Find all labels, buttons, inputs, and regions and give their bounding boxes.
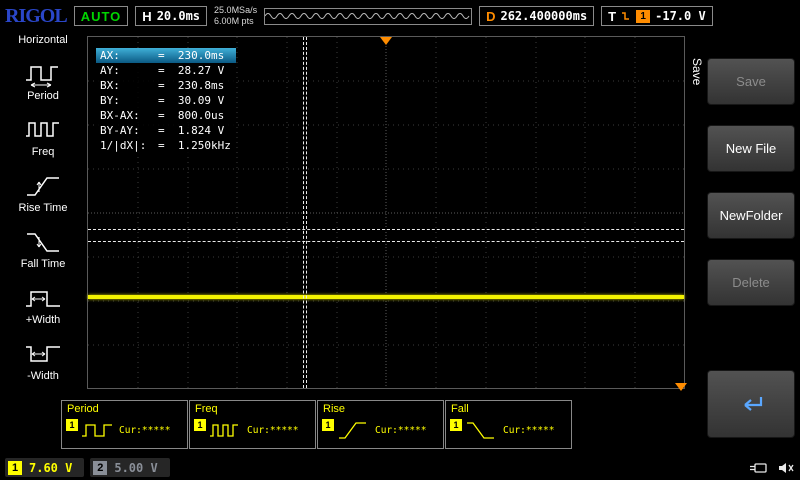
sidebar-item-label: Period [27,90,59,102]
sidebar-item-label: Freq [32,146,55,158]
delay-box: D 262.400000ms [479,6,594,26]
readout-row-ax: AX: = 230.0ms [96,48,236,63]
graticule-display: AX: = 230.0ms AY: = 28.27 V BX: = 230.8m… [87,36,685,389]
sidebar-item-period[interactable]: Period [23,59,63,102]
softkey-menu: Save Save New File NewFolder Delete [685,32,800,480]
rise-glyph-icon [336,419,370,441]
source-badge: 1 [450,419,462,431]
timebase-value: 20.0ms [157,9,200,23]
fall-glyph-icon [464,419,498,441]
readout-row-byay: BY-AY: = 1.824 V [96,123,236,138]
channel-2-badge: 2 [93,461,107,475]
source-badge: 1 [322,419,334,431]
channel-1-badge: 1 [8,461,22,475]
preview-sine-icon [265,9,471,24]
sidebar-item-label: +Width [26,314,61,326]
status-icons [748,461,795,475]
fall-time-icon [23,227,63,257]
measure-panel-period: Period 1 Cur:***** Avg:***** Max:***** M… [61,400,188,449]
source-badge: 1 [194,419,206,431]
t-label: T [608,9,616,24]
sidebar-item-label: -Width [27,370,59,382]
freq-icon [23,115,63,145]
menu-tab-save: Save [690,58,704,85]
top-status-bar: RIGOL AUTO H 20.0ms 25.0MSa/s 6.00M pts … [0,0,800,32]
sidebar-item-rise-time[interactable]: Rise Time [19,171,68,214]
minus-width-icon [23,339,63,369]
trigger-level-offscreen-marker [675,383,687,391]
trigger-position-marker[interactable] [380,37,392,45]
oscilloscope-screen: RIGOL AUTO H 20.0ms 25.0MSa/s 6.00M pts … [0,0,800,480]
sidebar-item-fall-time[interactable]: Fall Time [21,227,66,270]
ch1-waveform-trace [88,295,684,299]
sample-rate: 25.0MSa/s [214,5,257,16]
channel-2-scale: 5.00 V [114,461,157,475]
new-file-button[interactable]: New File [707,125,795,172]
period-icon [23,59,63,89]
trigger-level-value: -17.0 V [655,9,706,23]
sidebar-item-label: Rise Time [19,202,68,214]
trigger-slope-icon [621,10,631,22]
readout-row-bxax: BX-AX: = 800.0us [96,108,236,123]
channel-1-scale: 7.60 V [29,461,72,475]
sidebar-item-plus-width[interactable]: +Width [23,283,63,326]
usb-icon [748,461,768,475]
speaker-icon [777,461,795,475]
delay-value: 262.400000ms [500,9,587,23]
readout-row-inv-dx: 1/|dX|: = 1.250kHz [96,138,236,153]
save-button[interactable]: Save [707,58,795,105]
source-badge: 1 [66,419,78,431]
readout-row-ay: AY: = 28.27 V [96,63,236,78]
rise-time-icon [23,171,63,201]
cursor-ax-line[interactable] [303,37,304,388]
cursor-readout-box: AX: = 230.0ms AY: = 28.27 V BX: = 230.8m… [96,48,236,153]
waveform-preview [264,8,472,25]
sidebar-item-minus-width[interactable]: -Width [23,339,63,382]
readout-row-bx: BX: = 230.8ms [96,78,236,93]
channel-2-pill[interactable]: 2 5.00 V [90,458,169,477]
cursor-by-line[interactable] [88,241,684,242]
d-label: D [486,9,495,24]
cursor-bx-line[interactable] [306,37,307,388]
channel-1-pill[interactable]: 1 7.60 V [5,458,84,477]
channel-status-bar: 1 7.60 V 2 5.00 V [0,455,800,480]
sidebar-title: Horizontal [18,34,68,46]
memory-depth: 6.00M pts [214,16,257,27]
delete-button[interactable]: Delete [707,259,795,306]
trigger-box: T 1 -17.0 V [601,6,713,26]
measurement-panels: Period 1 Cur:***** Avg:***** Max:***** M… [61,400,573,449]
h-label: H [142,9,151,24]
sample-rate-block: 25.0MSa/s 6.00M pts [214,5,257,27]
auto-status-label: AUTO [81,9,122,24]
horizontal-timebase-box: H 20.0ms [135,6,207,26]
plus-width-icon [23,283,63,313]
return-arrow-icon [736,394,766,414]
period-glyph-icon [80,419,114,441]
acquisition-status: AUTO [74,6,129,26]
measure-panel-freq: Freq 1 Cur:***** Avg:***** Max:***** Min… [189,400,316,449]
back-button[interactable] [707,370,795,438]
new-folder-button[interactable]: NewFolder [707,192,795,239]
trigger-source-badge: 1 [636,10,650,23]
measure-panel-fall: Fall 1 Cur:***** Avg:***** Max:***** Min… [445,400,572,449]
horizontal-measure-sidebar: Horizontal Period Freq Rise Time [0,32,86,454]
measure-panel-rise: Rise 1 Cur:***** Avg:***** Max:***** Min… [317,400,444,449]
readout-row-by: BY: = 30.09 V [96,93,236,108]
freq-glyph-icon [208,419,242,441]
sidebar-item-freq[interactable]: Freq [23,115,63,158]
rigol-logo: RIGOL [5,5,67,28]
cursor-ay-line[interactable] [88,229,684,230]
sidebar-item-label: Fall Time [21,258,66,270]
